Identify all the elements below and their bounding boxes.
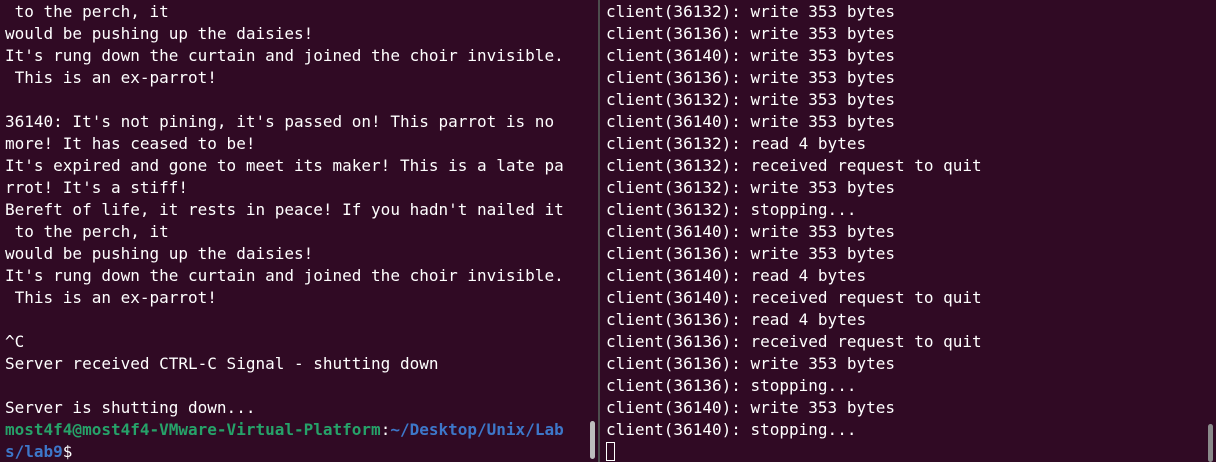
output-line: client(36140): write 353 bytes (606, 112, 895, 131)
output-line: This is an ex-parrot! (5, 288, 217, 307)
output-line: Server received CTRL-C Signal - shutting… (5, 354, 439, 373)
output-line: client(36140): write 353 bytes (606, 222, 895, 241)
output-line: client(36132): write 353 bytes (606, 2, 895, 21)
output-line: client(36132): write 353 bytes (606, 178, 895, 197)
terminal-pane-client[interactable]: client(36132): write 353 bytes client(36… (600, 0, 1216, 462)
output-line: would be pushing up the daisies! (5, 244, 314, 263)
prompt-path: ~/Desktop/Unix/Lab (390, 420, 564, 439)
outline-cursor-icon (606, 442, 615, 461)
prompt-separator: : (380, 420, 391, 439)
client-output: client(36132): write 353 bytes client(36… (606, 1, 1200, 462)
output-line: It's rung down the curtain and joined th… (5, 46, 564, 65)
shell-prompt: most4f4@most4f4-VMware-Virtual-Platform:… (5, 419, 582, 441)
output-line: more! It has ceased to be! (5, 134, 256, 153)
output-line: would be pushing up the daisies! (5, 24, 314, 43)
output-line: client(36136): write 353 bytes (606, 354, 895, 373)
output-line: Server is shutting down... (5, 398, 256, 417)
output-line: to the perch, it (5, 2, 169, 21)
output-line: client(36140): write 353 bytes (606, 398, 895, 417)
prompt-symbol: $ (62, 442, 73, 461)
output-line: client(36140): stopping... (606, 420, 857, 439)
output-line: client(36136): write 353 bytes (606, 244, 895, 263)
scrollbar-thumb[interactable] (1208, 424, 1213, 462)
output-line: This is an ex-parrot! (5, 68, 217, 87)
output-line: client(36140): received request to quit (606, 288, 982, 307)
output-line: client(36136): received request to quit (606, 332, 982, 351)
output-line: client(36132): write 353 bytes (606, 90, 895, 109)
output-line: client(36140): read 4 bytes (606, 266, 867, 285)
output-line: It's expired and gone to meet its maker!… (5, 156, 564, 175)
server-output: to the perch, it would be pushing up the… (5, 1, 582, 462)
output-line: client(36136): read 4 bytes (606, 310, 867, 329)
output-line: Bereft of life, it rests in peace! If yo… (5, 200, 564, 219)
prompt-user-host: most4f4@most4f4-VMware-Virtual-Platform (5, 420, 381, 439)
output-line: client(36136): write 353 bytes (606, 24, 895, 43)
output-line: It's rung down the curtain and joined th… (5, 266, 564, 285)
output-line: rrot! It's a stiff! (5, 178, 189, 197)
cursor-line[interactable] (606, 441, 1200, 462)
shell-prompt-continued[interactable]: s/lab9$ (5, 441, 582, 462)
prompt-path-wrapped: s/lab9 (5, 442, 63, 461)
scrollbar-thumb[interactable] (590, 421, 595, 459)
terminal-window: to the perch, it would be pushing up the… (0, 0, 1216, 462)
output-line: 36140: It's not pining, it's passed on! … (5, 112, 555, 131)
terminal-pane-server[interactable]: to the perch, it would be pushing up the… (0, 0, 598, 462)
output-line: to the perch, it (5, 222, 169, 241)
output-line: client(36136): stopping... (606, 376, 857, 395)
output-line: client(36136): write 353 bytes (606, 68, 895, 87)
output-line: client(36132): received request to quit (606, 156, 982, 175)
output-line: client(36132): read 4 bytes (606, 134, 867, 153)
output-line: client(36132): stopping... (606, 200, 857, 219)
output-line: ^C (5, 332, 25, 351)
output-line: client(36140): write 353 bytes (606, 46, 895, 65)
